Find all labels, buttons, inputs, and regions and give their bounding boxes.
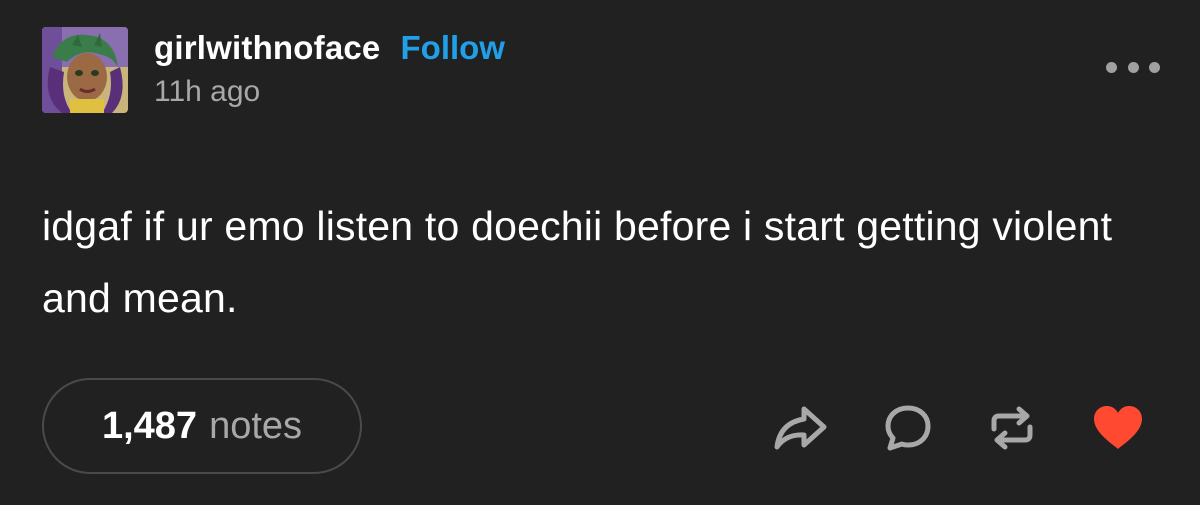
heart-icon bbox=[1094, 406, 1142, 449]
more-dot-icon bbox=[1106, 61, 1117, 73]
reblog-button[interactable] bbox=[982, 398, 1042, 458]
avatar[interactable] bbox=[42, 27, 128, 113]
reblog-icon bbox=[991, 406, 1033, 450]
reply-button[interactable] bbox=[878, 398, 938, 458]
post-card: girlwithnoface Follow 11h ago idgaf if u… bbox=[0, 0, 1200, 505]
like-button[interactable] bbox=[1088, 398, 1148, 458]
more-dot-icon bbox=[1127, 61, 1139, 73]
avatar-image bbox=[42, 27, 128, 113]
notes-button[interactable]: 1,487 notes bbox=[42, 378, 362, 474]
follow-button[interactable]: Follow bbox=[401, 29, 505, 67]
more-dot-icon bbox=[1149, 61, 1160, 73]
reply-icon bbox=[885, 405, 931, 451]
post-header: girlwithnoface Follow 11h ago bbox=[42, 27, 1160, 117]
post-body: idgaf if ur emo listen to doechii before… bbox=[42, 203, 1113, 321]
author-block: girlwithnoface Follow 11h ago bbox=[154, 29, 505, 109]
notes-label: notes bbox=[209, 404, 303, 447]
share-icon bbox=[774, 406, 827, 450]
notes-count: 1,487 bbox=[101, 404, 198, 447]
share-button[interactable] bbox=[770, 398, 830, 458]
username[interactable]: girlwithnoface bbox=[154, 29, 381, 67]
post-actions bbox=[770, 398, 1150, 458]
more-options-button[interactable] bbox=[1106, 57, 1160, 77]
post-timestamp: 11h ago bbox=[154, 75, 261, 108]
name-row: girlwithnoface Follow bbox=[154, 29, 505, 67]
